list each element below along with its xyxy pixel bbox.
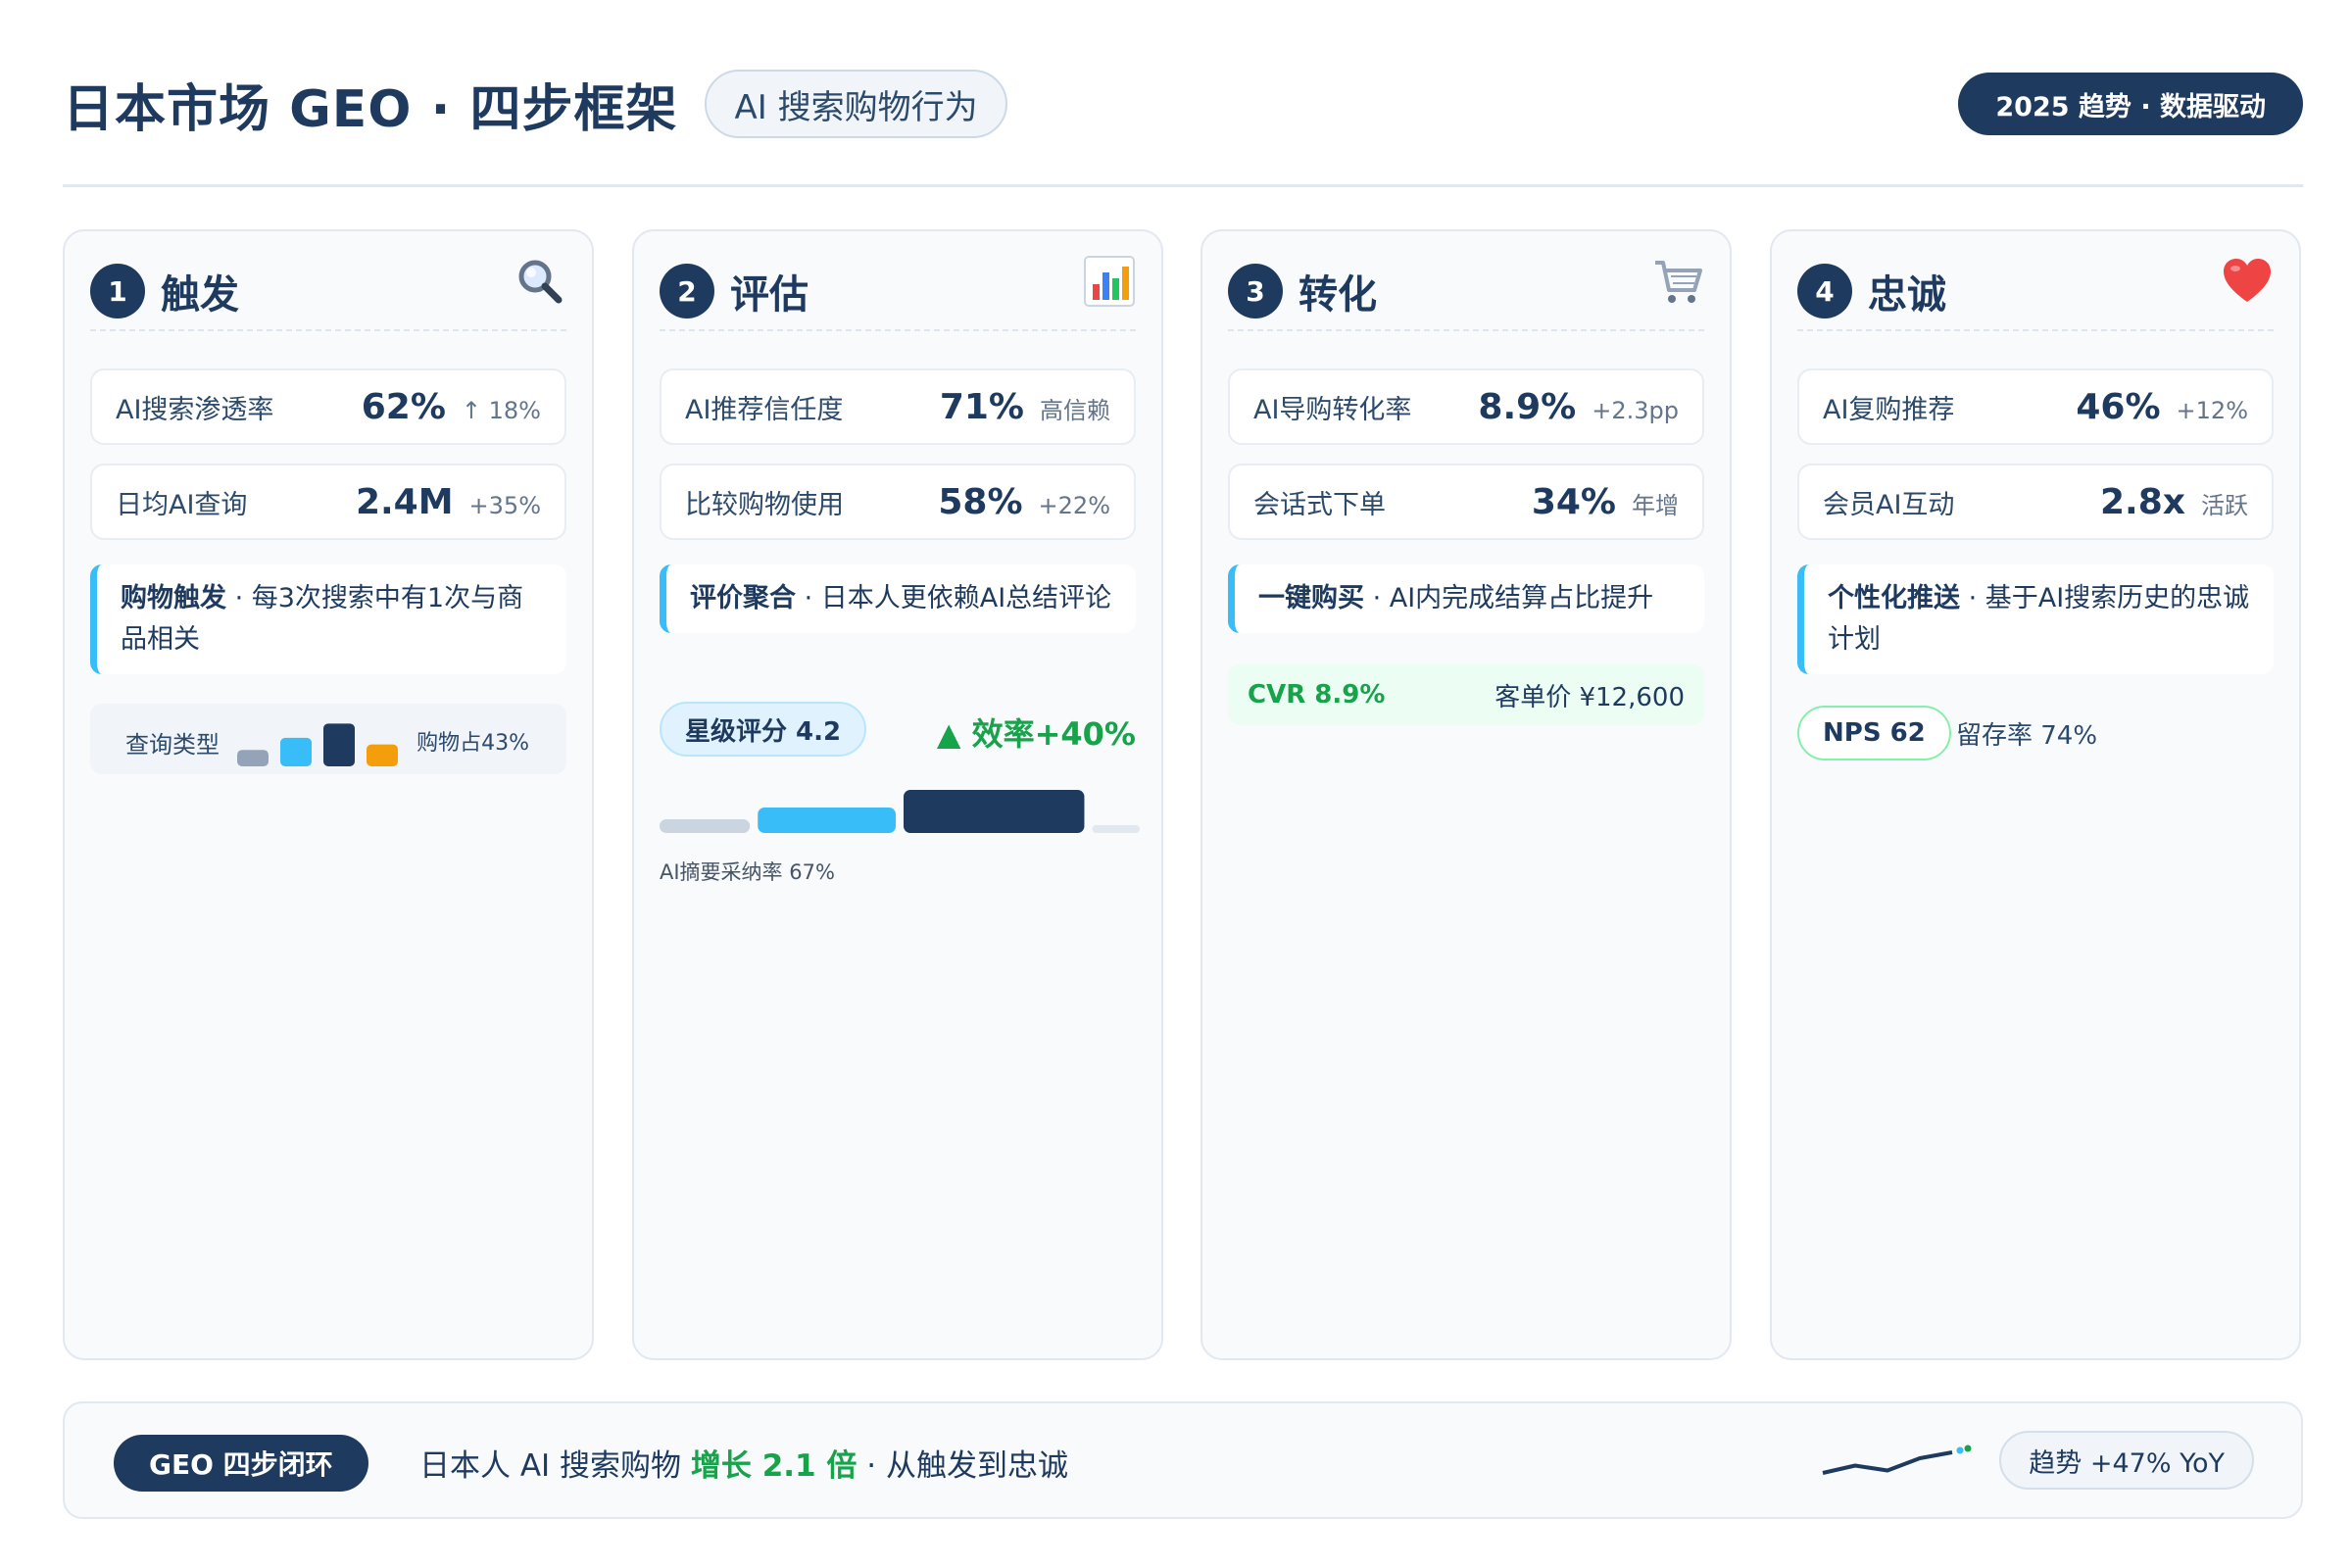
note-heading: 评价聚合 [690, 583, 796, 613]
footer-highlight: 增长 2.1 倍 [690, 1448, 858, 1484]
header: 日本市场 GEO · 四步框架 AI 搜索购物行为 2025 趋势 · 数据驱动 [63, 69, 2303, 139]
metric-value: 34% [1531, 481, 1616, 522]
metric-delta: 年增 [1632, 491, 1679, 519]
metric-label: 比较购物使用 [685, 489, 844, 520]
insight-note: 个性化推送 · 基于AI搜索历史的忠诚计划 [1797, 564, 2274, 674]
metric-label: 会话式下单 [1253, 489, 1386, 520]
footer-pill: GEO 四步闭环 [114, 1435, 368, 1492]
step-number: 2 [660, 264, 714, 318]
card-title: 评估 [730, 272, 808, 318]
metric-card: AI推荐信任度 71% 高信赖 [660, 368, 1136, 445]
metric-delta: +2.3pp [1592, 396, 1679, 424]
metric-card: 日均AI查询 2.4M +35% [90, 464, 566, 540]
metric-label: 日均AI查询 [116, 489, 248, 520]
metric-card: 会话式下单 34% 年增 [1228, 464, 1704, 540]
note-heading: 个性化推送 [1828, 583, 1960, 613]
sparkline-dot [1964, 1445, 1972, 1452]
page-title: 日本市场 GEO · 四步框架 [63, 79, 678, 139]
trend-pill: 趋势 +47% YoY [1999, 1431, 2254, 1490]
metric-value: 46% [2076, 386, 2161, 427]
rating-pill: 星级评分 4.2 [660, 702, 867, 757]
card-title: 忠诚 [1868, 272, 1946, 318]
metric-delta: ↑ 18% [461, 396, 541, 424]
card-trigger: 1 触发 AI搜索渗透率 62% ↑ 18% 日均AI查询 2.4M +35% … [63, 229, 594, 1360]
nps-pill: NPS 62 [1797, 706, 1951, 760]
mini-bar [237, 750, 269, 766]
trend-badge: 2025 趋势 · 数据驱动 [1958, 73, 2303, 135]
metric-card: AI复购推荐 46% +12% [1797, 368, 2274, 445]
metric-value: 8.9% [1478, 386, 1577, 427]
sparkline-dot [1956, 1446, 1964, 1454]
metric-card: 比较购物使用 58% +22% [660, 464, 1136, 540]
metric-value: 2.4M [355, 481, 454, 522]
cvr-summary: CVR 8.9% 客单价 ¥12,600 [1228, 664, 1704, 725]
progress-segment [758, 808, 896, 833]
metric-label: 会员AI互动 [1823, 489, 1955, 520]
metric-card: 会员AI互动 2.8x 活跃 [1797, 464, 2274, 540]
order-value: 客单价 ¥12,600 [1494, 682, 1685, 712]
cvr-value: CVR 8.9% [1248, 680, 1386, 710]
card-evaluate: 2 评估 AI推荐信任度 71% 高信赖 比较购物使用 58% +22% 评价聚… [632, 229, 1163, 1360]
metric-value: 71% [939, 386, 1024, 427]
retention-text: 留存率 74% [1956, 721, 2098, 751]
efficiency-indicator: ▲ 效率+40% [936, 715, 1136, 753]
card-title: 转化 [1298, 272, 1377, 318]
sparkline-path [1822, 1450, 1953, 1475]
footer-summary: 日本人 AI 搜索购物 增长 2.1 倍 · 从触发到忠诚 [419, 1441, 1068, 1485]
subtitle-pill: AI 搜索购物行为 [705, 70, 1007, 138]
metric-card: AI搜索渗透率 62% ↑ 18% [90, 368, 566, 445]
metric-card: AI导购转化率 8.9% +2.3pp [1228, 368, 1704, 445]
mini-bar [280, 737, 312, 766]
card-convert: 3 转化 AI导购转化率 8.9% +2.3pp 会话式下单 34% 年增 一键… [1200, 229, 1732, 1360]
chart-left-label: 查询类型 [125, 731, 220, 759]
insight-note: 购物触发 · 每3次搜索中有1次与商品相关 [90, 564, 566, 674]
mini-bar [323, 723, 355, 766]
query-type-chart: 查询类型 购物占43% [90, 704, 566, 774]
header-divider [63, 184, 2303, 187]
insight-note: 一键购买 · AI内完成结算占比提升 [1228, 564, 1704, 633]
progress-segment [660, 819, 751, 833]
card-header: 1 触发 [90, 260, 566, 331]
metric-label: AI复购推荐 [1823, 394, 1955, 425]
mini-bar [367, 744, 398, 766]
metric-delta: 高信赖 [1040, 396, 1110, 424]
metric-delta: +35% [468, 491, 541, 519]
metric-value: 62% [361, 386, 446, 427]
mini-bar-chart [237, 723, 398, 766]
progress-segment [904, 790, 1085, 833]
cart-icon [1655, 261, 1702, 303]
footer-banner: GEO 四步闭环 日本人 AI 搜索购物 增长 2.1 倍 · 从触发到忠诚 趋… [63, 1401, 2303, 1519]
step-number: 3 [1228, 264, 1283, 318]
card-title: 触发 [161, 272, 239, 318]
card-header: 3 转化 [1228, 261, 1704, 331]
progress-segment [1092, 825, 1140, 833]
note-text: AI内完成结算占比提升 [1389, 583, 1654, 613]
heart-icon [2224, 259, 2271, 302]
metric-label: AI导购转化率 [1253, 394, 1412, 425]
metric-label: AI搜索渗透率 [116, 394, 274, 425]
footer-text-before: 日本人 AI 搜索购物 [419, 1448, 691, 1484]
card-loyalty: 4 忠诚 AI复购推荐 46% +12% 会员AI互动 2.8x 活跃 个性化推… [1770, 229, 2301, 1360]
segmented-progress [660, 790, 1140, 833]
note-text: 日本人更依赖AI总结评论 [820, 583, 1112, 613]
card-header: 4 忠诚 [1797, 259, 2274, 331]
trend-sparkline [1822, 1445, 1972, 1475]
chart-right-label: 购物占43% [416, 731, 529, 756]
insight-note: 评价聚合 · 日本人更依赖AI总结评论 [660, 564, 1136, 633]
progress-caption: AI摘要采纳率 67% [660, 860, 835, 884]
step-number: 1 [90, 264, 145, 318]
card-header: 2 评估 [660, 256, 1136, 331]
metric-delta: +22% [1038, 491, 1110, 519]
metric-value: 58% [938, 481, 1023, 522]
footer-text-after: · 从触发到忠诚 [857, 1448, 1068, 1484]
note-heading: 一键购买 [1258, 583, 1364, 613]
metric-delta: +12% [2176, 396, 2248, 424]
step-number: 4 [1797, 264, 1852, 318]
metric-label: AI推荐信任度 [685, 394, 844, 425]
magnifier-icon [518, 260, 563, 304]
metric-value: 2.8x [2100, 481, 2185, 522]
metric-delta: 活跃 [2201, 491, 2248, 519]
bar-chart-icon [1084, 256, 1135, 307]
note-heading: 购物触发 [121, 583, 226, 613]
